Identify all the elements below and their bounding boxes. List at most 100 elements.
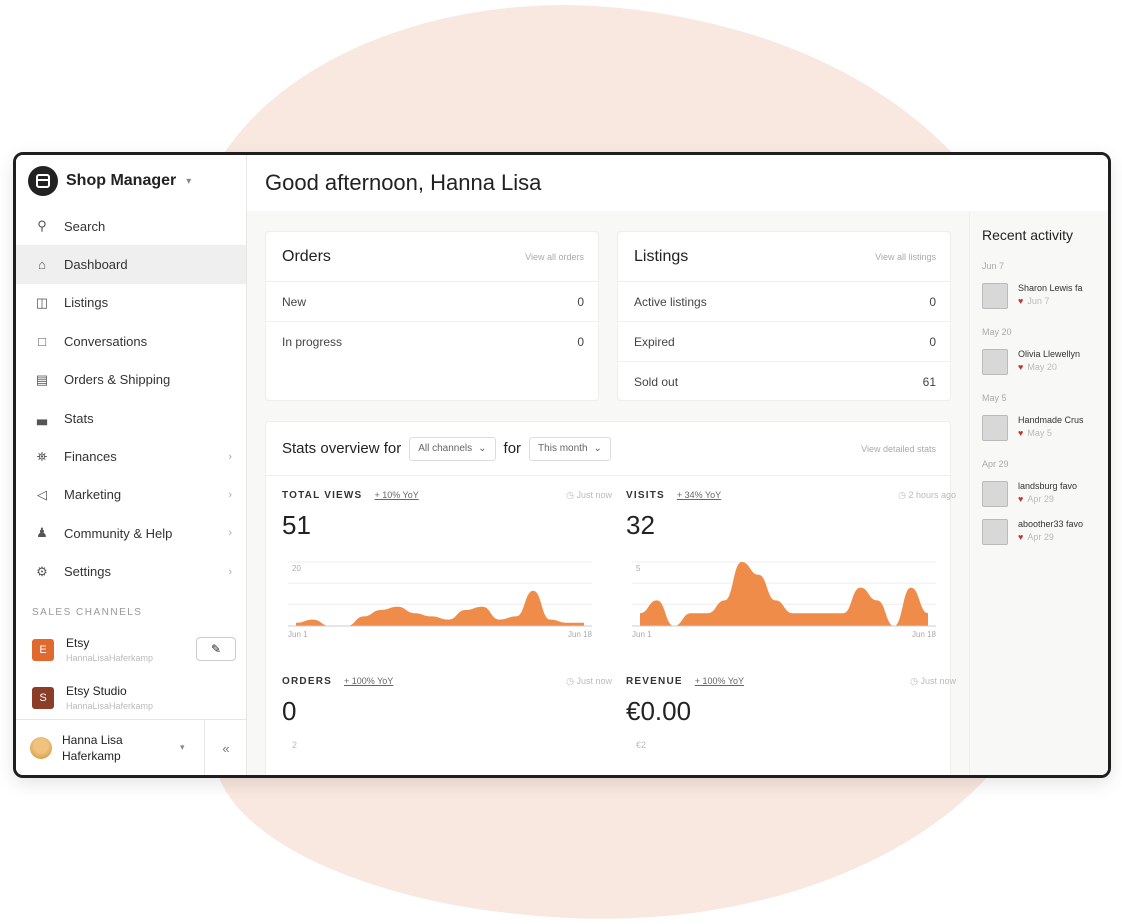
select-value: This month [538, 443, 588, 454]
page-title: Good afternoon, Hanna Lisa [265, 170, 542, 195]
activity-date-small: ♥ Apr 29 [1018, 532, 1054, 542]
chevron-right-icon: › [228, 527, 232, 540]
sidebar-item-dashboard[interactable]: ⌂ Dashboard [16, 245, 246, 284]
sidebar-item-community-help[interactable]: ♟ Community & Help › [16, 514, 246, 552]
orders-title: Orders [282, 247, 331, 265]
row-value: 0 [577, 294, 584, 309]
view-all-orders-link[interactable]: View all orders [525, 252, 584, 262]
sidebar-item-label: Stats [64, 410, 94, 426]
listings-title: Listings [634, 247, 689, 265]
activity-item[interactable]: Handmade Crus ♥ May 5 [970, 403, 1108, 441]
sidebar-item-label: Conversations [64, 333, 148, 349]
metric-visits[interactable]: VISITS + 34% YoY ◷ 2 hours ago 32 5 Jun 1… [626, 486, 956, 666]
clock-icon: ◷ [910, 675, 921, 686]
sidebar-item-stats[interactable]: ▃ Stats [16, 399, 246, 437]
app-window: Shop Manager ▾ ⚲ Search ⌂ Dashboard ◫ Listing… [13, 152, 1111, 778]
x-tick-label: Jun 18 [912, 630, 937, 639]
x-tick-label: Jun 18 [568, 630, 593, 639]
y-tick-label: 20 [292, 564, 301, 573]
metric-label: VISITS [626, 489, 665, 501]
x-tick-label: Jun 1 [288, 630, 308, 639]
orders-card: Orders View all orders New 0 In progress… [265, 231, 599, 401]
view-detailed-stats-link[interactable]: View detailed stats [861, 444, 936, 454]
channel-name: Etsy Studio [66, 684, 127, 699]
metric-total-views[interactable]: TOTAL VIEWS + 10% YoY ◷ Just now 51 20 Ju… [282, 486, 612, 666]
activity-item[interactable]: Sharon Lewis fa ♥ Jun 7 [970, 271, 1108, 309]
sidebar-item-listings[interactable]: ◫ Listings [16, 284, 246, 322]
sidebar-item-finances[interactable]: ⛯ Finances › [16, 437, 246, 475]
channel-shop: HannaLisaHaferkamp [66, 653, 154, 664]
period-select[interactable]: This month ⌄ [529, 436, 611, 461]
home-icon: ⌂ [38, 257, 46, 273]
activity-text: aboother33 favo [1018, 519, 1084, 529]
activity-item[interactable]: landsburg favo ♥ Apr 29 [970, 469, 1108, 507]
sidebar-item-orders-shipping[interactable]: ▤ Orders & Shipping [16, 361, 246, 399]
user-name-last: Haferkamp [62, 748, 121, 763]
orders-row-new[interactable]: New 0 [266, 282, 598, 322]
sidebar-item-marketing[interactable]: ◁ Marketing › [16, 476, 246, 514]
activity-text: Olivia Llewellyn [1018, 349, 1081, 359]
row-value: 0 [577, 335, 584, 349]
activity-item[interactable]: Olivia Llewellyn ♥ May 20 [970, 337, 1108, 375]
activity-date: Jun 7 [982, 261, 1005, 271]
heart-icon: ♥ [1018, 428, 1024, 438]
clock-icon: ◷ [566, 489, 577, 500]
recent-activity-list: Jun 7 Sharon Lewis fa ♥ Jun 7 May 20 Olivia L… [970, 243, 1108, 545]
sidebar-item-conversations[interactable]: □ Conversations [16, 322, 246, 360]
metric-yoy: + 34% YoY [676, 490, 722, 500]
sidebar-item-label: Community & Help [64, 525, 173, 541]
pencil-icon: ✎ [210, 641, 222, 656]
channel-select[interactable]: All channels ⌄ [409, 436, 496, 461]
sidebar: Shop Manager ▾ ⚲ Search ⌂ Dashboard ◫ Listing… [16, 155, 247, 775]
user-menu[interactable]: Hanna Lisa Haferkamp ▾ « [16, 719, 247, 775]
heart-icon: ♥ [1018, 362, 1024, 372]
heart-icon: ♥ [1018, 494, 1024, 504]
sidebar-item-search[interactable]: ⚲ Search [16, 207, 246, 245]
shop-logo-icon [28, 166, 58, 196]
activity-thumbnail [982, 519, 1008, 545]
listings-icon: ◫ [35, 294, 49, 310]
edit-channel-button[interactable]: ✎ [196, 636, 236, 661]
activity-thumbnail [982, 481, 1008, 507]
search-icon: ⚲ [37, 218, 47, 234]
metric-value: 51 [282, 510, 311, 540]
metric-updated: ◷ Just now [566, 675, 612, 686]
view-all-listings-link[interactable]: View all listings [875, 252, 936, 262]
metric-label: TOTAL VIEWS [282, 489, 363, 501]
select-value: All channels [418, 443, 473, 454]
heart-icon: ♥ [1018, 296, 1024, 306]
listings-row-sold-out[interactable]: Sold out 61 [618, 362, 950, 402]
etsy-studio-channel-icon: S [32, 686, 54, 709]
channel-etsy-studio[interactable]: S Etsy Studio HannaLisaHaferkamp [16, 674, 246, 722]
activity-thumbnail [982, 349, 1008, 375]
chart-y-max: 2 [292, 740, 298, 750]
page-header: Good afternoon, Hanna Lisa [247, 155, 1108, 211]
activity-date: May 20 [982, 327, 1012, 337]
x-tick-label: Jun 1 [632, 630, 652, 639]
brand[interactable]: Shop Manager ▾ [16, 155, 246, 207]
activity-date: Apr 29 [982, 459, 1009, 469]
metric-revenue[interactable]: REVENUE + 100% YoY ◷ Just now €0.00 €2 [626, 672, 956, 775]
activity-item[interactable]: aboother33 favo ♥ Apr 29 [970, 507, 1108, 545]
metric-label: REVENUE [626, 675, 683, 687]
app-title: Shop Manager [66, 172, 177, 189]
listings-row-expired[interactable]: Expired 0 [618, 322, 950, 362]
activity-text: Handmade Crus [1018, 415, 1084, 425]
stats-overview-card: Stats overview for All channels ⌄ for Th… [265, 421, 956, 775]
channel-shop: HannaLisaHaferkamp [66, 701, 154, 712]
bar-chart-icon: ▃ [37, 410, 47, 426]
metric-value: €0.00 [626, 696, 692, 726]
channel-etsy[interactable]: E Etsy HannaLisaHaferkamp ✎ [16, 626, 246, 674]
chevron-right-icon: › [228, 488, 232, 501]
sidebar-item-label: Orders & Shipping [64, 372, 171, 388]
y-tick-label: 5 [636, 564, 641, 573]
metric-orders[interactable]: ORDERS + 100% YoY ◷ Just now 0 2 [282, 672, 612, 775]
orders-row-in-progress[interactable]: In progress 0 [266, 322, 598, 362]
user-name-first: Hanna Lisa [62, 732, 123, 747]
activity-date-small: ♥ Jun 7 [1018, 296, 1050, 306]
etsy-channel-icon: E [32, 638, 54, 661]
sidebar-item-settings[interactable]: ⚙ Settings › [16, 553, 246, 591]
channel-name: Etsy [66, 636, 90, 651]
collapse-sidebar-button[interactable]: « [204, 720, 247, 775]
listings-row-active[interactable]: Active listings 0 [618, 282, 950, 322]
